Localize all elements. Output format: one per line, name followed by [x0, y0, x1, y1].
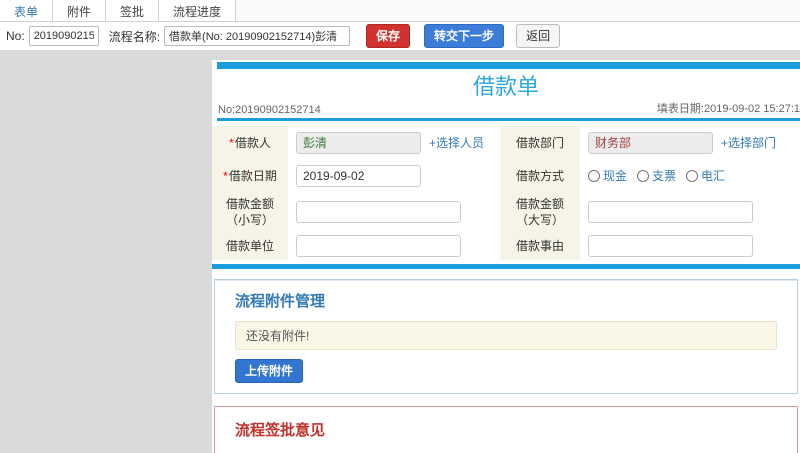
process-name-label: 流程名称:: [108, 29, 161, 44]
process-name-input[interactable]: [164, 26, 351, 46]
radio-cash[interactable]: 现金: [588, 167, 627, 184]
amount-lowercase-input[interactable]: [296, 201, 461, 223]
borrower-label: *借款人: [212, 126, 288, 159]
loan-unit-label: 借款单位: [212, 232, 288, 260]
form-date-text: 填表日期:2019-09-02 15:27:1: [656, 103, 800, 115]
no-attachments-alert: 还没有附件!: [235, 321, 777, 350]
form-no-text: No:20190902152714: [218, 104, 321, 116]
top-tab-bar: 表单 附件 签批 流程进度: [0, 0, 800, 22]
department-label: 借款部门: [500, 126, 580, 159]
form-panel: 借款单 No:20190902152714 填表日期:2019-09-02 15…: [212, 60, 800, 453]
radio-cheque[interactable]: 支票: [637, 167, 676, 184]
radio-wire[interactable]: 电汇: [686, 167, 725, 184]
required-mark: *: [229, 135, 234, 150]
tab-approval[interactable]: 签批: [106, 0, 160, 21]
borrower-input[interactable]: [296, 131, 421, 154]
upload-attachment-button[interactable]: 上传附件: [235, 359, 304, 383]
choose-department-link[interactable]: +选择部门: [721, 134, 776, 151]
choose-person-link[interactable]: +选择人员: [429, 134, 484, 151]
approval-section: 流程签批意见 B I abc: [214, 406, 798, 453]
page-background: 借款单 No:20190902152714 填表日期:2019-09-02 15…: [0, 50, 800, 453]
header-divider: [217, 118, 800, 121]
action-toolbar: No: 流程名称: 保存 转交下一步 返回: [0, 22, 800, 50]
loan-method-label: 借款方式: [500, 159, 580, 192]
form-title: 借款单: [472, 74, 539, 99]
amount-uppercase-input[interactable]: [588, 201, 753, 223]
tab-progress[interactable]: 流程进度: [159, 0, 237, 21]
top-blue-bar: [217, 62, 800, 69]
required-mark: *: [223, 168, 228, 183]
department-input[interactable]: [588, 131, 713, 154]
loan-date-input[interactable]: [296, 164, 421, 187]
loan-date-label: *借款日期: [212, 159, 288, 192]
bottom-blue-bar: [212, 264, 800, 269]
forward-next-step-button[interactable]: 转交下一步: [424, 24, 505, 48]
save-button[interactable]: 保存: [366, 24, 411, 48]
loan-unit-input[interactable]: [296, 235, 461, 257]
no-input[interactable]: [28, 26, 99, 46]
loan-reason-input[interactable]: [588, 235, 753, 257]
attachments-section: 流程附件管理 还没有附件! 上传附件: [214, 279, 798, 394]
amount-uppercase-label: 借款金额（大写）: [500, 192, 580, 232]
loan-reason-label: 借款事由: [500, 232, 580, 260]
approval-heading: 流程签批意见: [235, 422, 326, 439]
back-button[interactable]: 返回: [516, 24, 561, 48]
loan-method-radios: 现金 支票 电汇: [580, 159, 800, 192]
radio-cheque-input[interactable]: [637, 169, 650, 182]
attachments-heading: 流程附件管理: [235, 293, 326, 310]
radio-wire-input[interactable]: [686, 169, 699, 182]
tab-attachments[interactable]: 附件: [53, 0, 107, 21]
loan-form: *借款人 +选择人员 借款部门 +选择部门 *借款日期 借款方式: [212, 126, 800, 260]
radio-cash-input[interactable]: [588, 169, 600, 182]
tab-form[interactable]: 表单: [0, 0, 54, 21]
amount-lowercase-label: 借款金额（小写）: [212, 192, 288, 232]
no-label: No:: [6, 29, 25, 43]
